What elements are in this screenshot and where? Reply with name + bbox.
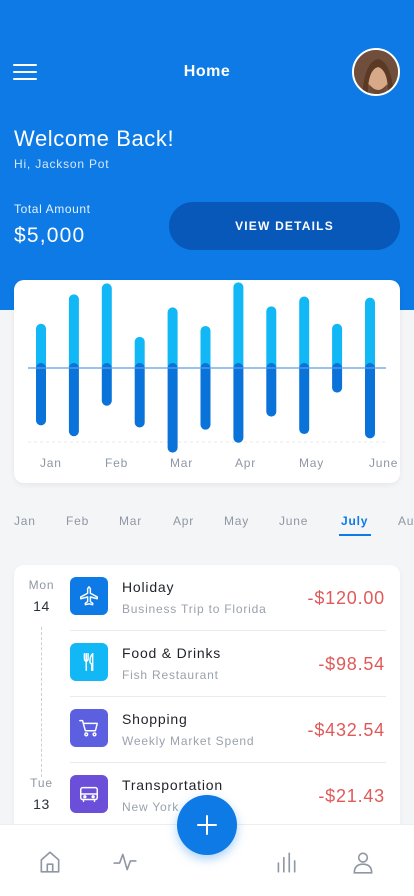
date-group-tue: Tue 13 (14, 776, 69, 812)
welcome-heading: Welcome Back! (14, 126, 175, 151)
month-tab-june[interactable]: June (279, 514, 308, 528)
chart-tick-label: Jan (40, 456, 62, 470)
transaction-row[interactable]: Food & Drinks Fish Restaurant -$98.54 (70, 631, 386, 697)
total-amount-label: Total Amount (14, 202, 91, 216)
plus-icon (197, 815, 217, 835)
transaction-title: Food & Drinks (122, 645, 222, 661)
transaction-subtitle: New York (122, 800, 180, 814)
month-tab-feb[interactable]: Feb (66, 514, 89, 528)
profile-icon[interactable] (350, 849, 376, 875)
transaction-row[interactable]: Shopping Weekly Market Spend -$432.54 (70, 697, 386, 763)
month-tab-mar[interactable]: Mar (119, 514, 142, 528)
spending-chart: Jan Feb Mar Apr May June (14, 280, 400, 483)
timeline-line (41, 627, 42, 777)
bus-icon (70, 775, 108, 813)
chart-svg: Jan Feb Mar Apr May June (28, 282, 398, 470)
transaction-title: Shopping (122, 711, 188, 727)
date-day: 14 (33, 598, 50, 614)
transaction-row[interactable]: Holiday Business Trip to Florida -$120.0… (70, 565, 386, 631)
transaction-subtitle: Fish Restaurant (122, 668, 219, 682)
transaction-amount: -$21.43 (318, 786, 385, 806)
avatar[interactable] (352, 48, 400, 96)
airplane-icon (70, 577, 108, 615)
view-details-button[interactable]: VIEW DETAILS (169, 202, 400, 250)
transaction-amount: -$432.54 (307, 720, 385, 740)
cutlery-icon (70, 643, 108, 681)
chart-tick-label: Mar (170, 456, 193, 470)
date-day: 13 (33, 796, 50, 812)
transaction-subtitle: Weekly Market Spend (122, 734, 255, 748)
month-tab-may[interactable]: May (224, 514, 249, 528)
home-icon[interactable] (37, 849, 63, 875)
transaction-subtitle: Business Trip to Florida (122, 602, 267, 616)
date-weekday: Mon (28, 578, 55, 592)
chart-tick-label: Feb (105, 456, 128, 470)
month-tab-aug[interactable]: Au (398, 514, 414, 528)
activity-icon[interactable] (112, 849, 138, 875)
total-amount-value: $5,000 (14, 224, 86, 247)
chart-tick-label: May (299, 456, 324, 470)
date-group-mon: Mon 14 (14, 578, 69, 614)
month-tab-apr[interactable]: Apr (173, 514, 194, 528)
add-transaction-button[interactable] (177, 795, 237, 855)
month-tab-july[interactable]: July (341, 514, 368, 528)
transaction-title: Transportation (122, 777, 223, 793)
chart-tick-label: Apr (235, 456, 256, 470)
header: Home Welcome Back! Hi, Jackson Pot Total… (0, 0, 414, 310)
date-weekday: Tue (30, 776, 53, 790)
transaction-amount: -$120.00 (307, 588, 385, 608)
active-month-indicator (339, 534, 371, 536)
cart-icon (70, 709, 108, 747)
stats-icon[interactable] (273, 849, 299, 875)
month-tab-jan[interactable]: Jan (14, 514, 36, 528)
transaction-amount: -$98.54 (318, 654, 385, 674)
month-tabs: Jan Feb Mar Apr May June July Au (0, 504, 414, 540)
greeting-text: Hi, Jackson Pot (14, 157, 110, 171)
chart-tick-label: June (369, 456, 398, 470)
transaction-title: Holiday (122, 579, 175, 595)
